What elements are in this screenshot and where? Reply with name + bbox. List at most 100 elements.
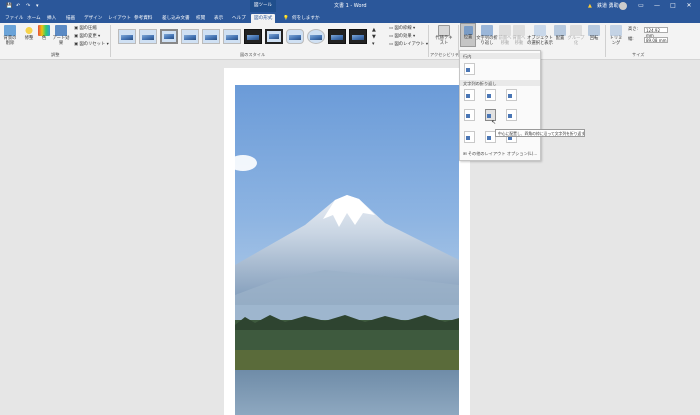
tab-references[interactable]: 参考資料 <box>134 14 152 23</box>
lightbulb-icon: 💡 <box>283 16 289 21</box>
gallery-scroll-down-icon[interactable]: ▼ <box>372 35 376 40</box>
inline-section-label: 行内 <box>463 54 472 59</box>
gallery-scroll-up-icon[interactable]: ▲ <box>372 28 376 33</box>
redo-icon[interactable]: ↷ <box>26 1 30 11</box>
position-button[interactable]: 位置 <box>460 23 476 47</box>
tab-draw[interactable]: 描画 <box>66 14 75 23</box>
style-thumb[interactable] <box>181 29 199 44</box>
position-top-right-option[interactable] <box>506 89 517 101</box>
alt-text-icon <box>438 25 450 36</box>
artistic-effects-button[interactable]: アート効果 <box>51 25 71 46</box>
restore-button[interactable]: □ <box>668 1 678 11</box>
position-bottom-left-option[interactable] <box>464 131 475 143</box>
artistic-effects-icon <box>55 25 67 36</box>
tab-picture-format[interactable]: 図の形式 <box>251 14 276 23</box>
undo-icon[interactable]: ↶ <box>16 1 20 11</box>
ribbon-display-icon[interactable]: ▭ <box>636 1 646 11</box>
picture-effects-button[interactable]: ▭ 図の効果 ▾ <box>389 34 415 39</box>
selection-pane-button[interactable]: オブジェクトの選択と表示 <box>527 25 553 46</box>
save-icon[interactable]: 💾 <box>6 1 12 11</box>
height-label: 高さ: <box>628 27 639 32</box>
picture-layout-button[interactable]: ▭ 図のレイアウト ▾ <box>389 42 428 47</box>
style-thumb[interactable] <box>286 29 304 44</box>
group-icon <box>570 25 582 36</box>
change-picture-button[interactable]: ▣ 図の変更 ▾ <box>74 34 100 39</box>
more-layout-options[interactable]: ⊞ その他のレイアウト オプション(L)... <box>463 151 537 157</box>
close-button[interactable]: ✕ <box>684 1 694 11</box>
rotate-button[interactable]: 回転 <box>587 25 601 41</box>
tab-mailings[interactable]: 差し込み文書 <box>162 14 190 23</box>
rotate-icon <box>588 25 600 36</box>
quick-access-dropdown-icon[interactable]: ▾ <box>36 1 39 11</box>
context-tool-label: 図ツール <box>250 0 276 12</box>
tab-layout[interactable]: レイアウト <box>108 14 131 23</box>
position-top-center-option[interactable] <box>485 89 496 101</box>
style-thumb[interactable] <box>223 29 241 44</box>
color-palette-icon <box>38 25 50 36</box>
send-backward-icon <box>513 25 525 36</box>
corrections-button[interactable]: 修整 <box>22 25 36 41</box>
mount-fuji-photo[interactable] <box>235 85 459 415</box>
style-thumb[interactable] <box>118 29 136 44</box>
wrap-text-button[interactable]: 文字列の折り返し <box>476 25 498 46</box>
selection-pane-icon <box>534 25 546 36</box>
tab-file[interactable]: ファイル <box>5 14 23 23</box>
ribbon-tabs: ファイル ホーム 挿入 描画 デザイン レイアウト 参考資料 差し込み文書 校閲… <box>0 12 700 23</box>
position-inline-option[interactable] <box>464 63 475 75</box>
tab-home[interactable]: ホーム <box>27 14 41 23</box>
tab-view[interactable]: 表示 <box>214 14 223 23</box>
picture-border-button[interactable]: ▭ 図の枠線 ▾ <box>389 26 415 31</box>
style-thumb[interactable] <box>328 29 346 44</box>
sun-icon <box>23 25 35 36</box>
mouse-cursor-icon: ↖ <box>491 119 497 126</box>
tab-design[interactable]: デザイン <box>84 14 102 23</box>
crop-icon <box>610 25 622 36</box>
style-thumb[interactable] <box>349 29 367 44</box>
color-button[interactable]: 色 <box>38 25 50 41</box>
size-group-label: サイズ <box>632 52 645 57</box>
width-label: 幅: <box>628 37 634 42</box>
document-title: 文書 1 - Word <box>334 3 367 9</box>
position-middle-right-option[interactable] <box>506 109 517 121</box>
tab-help[interactable]: ヘルプ <box>232 14 246 23</box>
divider <box>605 25 606 57</box>
height-input[interactable]: 124.92 mm <box>644 27 668 38</box>
adjust-group-label: 調整 <box>51 52 60 57</box>
position-top-left-option[interactable] <box>464 89 475 101</box>
style-thumb[interactable] <box>139 29 157 44</box>
bring-forward-icon <box>499 25 511 36</box>
minimize-button[interactable]: — <box>652 1 662 11</box>
compress-pictures-button[interactable]: ▣ 図の圧縮 <box>74 26 97 31</box>
position-dropdown: 行内 文字列の折り返し ⊞ その他のレイアウト オプション(L)... <box>459 50 541 161</box>
style-thumb[interactable] <box>265 29 283 44</box>
gallery-more-icon[interactable]: ▾ <box>372 42 375 47</box>
send-backward-button[interactable]: 背面へ移動 <box>512 25 526 46</box>
tooltip: 中心に配置し、四角の枠に沿って文字列を折り返す <box>495 129 585 137</box>
style-thumb[interactable] <box>160 29 178 44</box>
divider <box>110 25 111 57</box>
width-input[interactable]: 89.08 mm <box>644 37 668 43</box>
style-thumb[interactable] <box>307 29 325 44</box>
alt-text-button[interactable]: 代替テキスト <box>434 25 454 46</box>
title-bar: 💾 ↶ ↷ ▾ 図ツール 文書 1 - Word ▲ 鉄道 勇助 ▭ — □ ✕ <box>0 0 700 12</box>
align-button[interactable]: 配置 <box>553 25 567 41</box>
tab-insert[interactable]: 挿入 <box>47 14 56 23</box>
style-thumb[interactable] <box>244 29 262 44</box>
tab-review[interactable]: 校閲 <box>196 14 205 23</box>
tell-me-search[interactable]: 何をしますか <box>292 14 320 23</box>
reset-picture-button[interactable]: ▣ 図のリセット ▾ <box>74 42 109 47</box>
dropdown-section-band <box>460 53 540 59</box>
wrap-text-icon <box>481 25 493 36</box>
style-thumb[interactable] <box>202 29 220 44</box>
crop-button[interactable]: トリミング <box>608 25 624 46</box>
group-button[interactable]: グループ化 <box>567 25 585 46</box>
remove-background-icon <box>4 25 16 36</box>
remove-background-button[interactable]: 背景の削除 <box>2 25 18 46</box>
position-middle-left-option[interactable] <box>464 109 475 121</box>
bring-forward-button[interactable]: 前面へ移動 <box>498 25 512 46</box>
avatar[interactable] <box>619 2 627 10</box>
user-name[interactable]: 鉄道 勇助 <box>597 1 619 11</box>
position-icon <box>463 26 473 35</box>
warning-icon[interactable]: ▲ <box>588 1 592 11</box>
wrap-section-label: 文字列の折り返し <box>463 81 497 86</box>
